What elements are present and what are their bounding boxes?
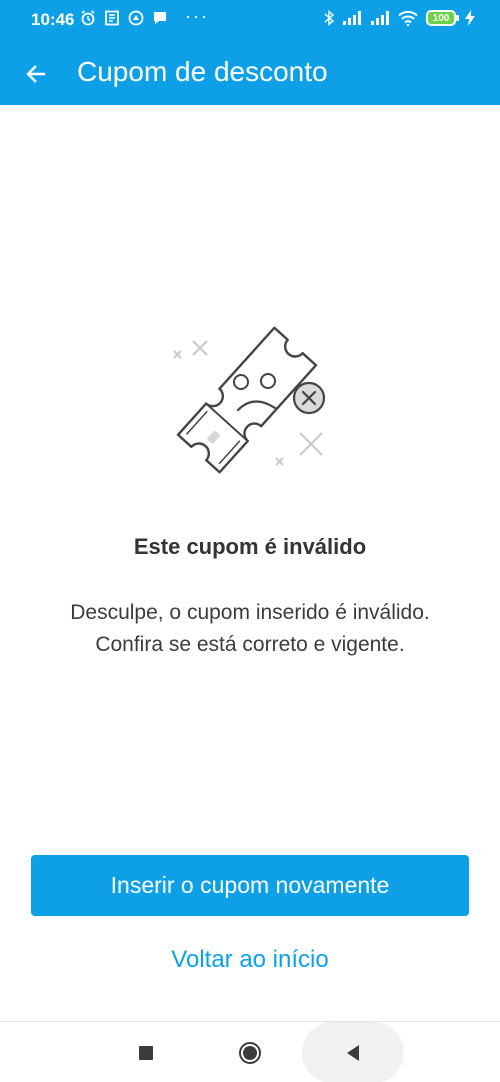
chat-icon (154, 12, 166, 24)
back-to-home-link[interactable]: Voltar ao início (0, 940, 500, 980)
notification-icons (80, 10, 168, 26)
bluetooth-icon (324, 10, 334, 26)
error-message-line: Confira se está correto e vigente. (95, 633, 405, 656)
system-icons: 100 (324, 10, 476, 26)
reenter-coupon-button[interactable]: Inserir o cupom novamente (31, 855, 469, 916)
triangle-left-icon (347, 1044, 359, 1061)
sad-invalid-coupon-icon (173, 326, 326, 474)
square-icon (139, 1045, 153, 1060)
alarm-icon (81, 10, 95, 26)
system-nav-bar (0, 1021, 500, 1082)
status-bar: 10:46 ··· 100 (0, 0, 500, 42)
circle-icon (239, 1041, 261, 1064)
recents-button[interactable] (116, 1022, 176, 1082)
page-title: Cupom de desconto (77, 56, 328, 87)
signal-icon (343, 11, 361, 25)
error-heading: Este cupom é inválido (133, 534, 367, 559)
screen: 10:46 ··· 100 Cupom de desconto Este cup… (0, 0, 500, 1082)
battery-icon: 100 (426, 10, 459, 26)
battery-level: 100 (432, 12, 450, 24)
wifi-icon (398, 10, 418, 26)
error-message-line: Desculpe, o cupom inserido é inválido. (70, 601, 430, 624)
charging-icon (465, 10, 475, 26)
system-back-button[interactable] (302, 1022, 404, 1082)
more-notifications-indicator: ··· (185, 6, 209, 26)
back-button[interactable] (14, 52, 58, 96)
status-time: 10:46 (31, 10, 75, 29)
app-circle-icon (128, 10, 144, 26)
error-message: Desculpe, o cupom inserido é inválido. C… (0, 597, 500, 661)
arrow-left-icon (26, 65, 46, 83)
home-button[interactable] (220, 1022, 280, 1082)
error-badge-icon (292, 381, 326, 415)
document-icon (105, 10, 119, 26)
app-bar: Cupom de desconto (0, 42, 500, 105)
signal-icon (371, 11, 389, 25)
